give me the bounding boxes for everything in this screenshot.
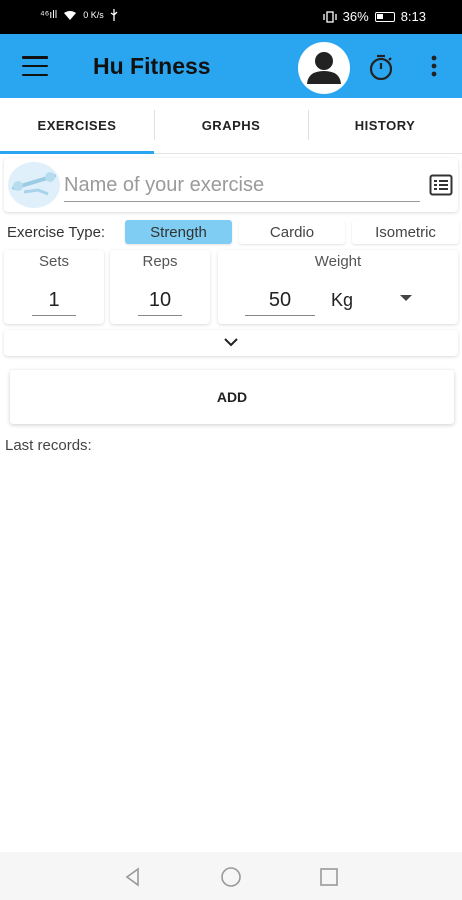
battery-percent: 36% (342, 9, 369, 24)
exercise-name-input[interactable] (64, 170, 420, 202)
account-icon[interactable] (298, 42, 350, 94)
exercise-list-icon[interactable] (429, 174, 453, 196)
vibrate-icon (323, 10, 337, 23)
recents-icon[interactable] (318, 866, 340, 888)
reps-label: Reps (142, 253, 178, 270)
sets-card: Sets (4, 250, 104, 324)
weight-unit-select[interactable]: Kg (331, 290, 353, 311)
type-strength-button[interactable]: Strength (125, 220, 232, 244)
clock: 8:13 (400, 9, 426, 24)
navigation-bar (0, 852, 462, 900)
net-speed: 0 K/s (83, 10, 104, 20)
status-bar: ⁴⁶ıll 0 K/s 36% 8:13 (0, 0, 462, 34)
weight-card: Weight Kg (218, 250, 458, 324)
type-cardio-button[interactable]: Cardio (239, 220, 345, 244)
wifi-icon (64, 10, 77, 20)
more-vert-icon[interactable] (424, 53, 444, 79)
status-right: 36% 8:13 (323, 9, 426, 24)
exercise-type-label: Exercise Type: (7, 224, 106, 241)
add-button[interactable]: ADD (10, 370, 454, 424)
exercise-name-card (4, 158, 458, 212)
app-bar: Hu Fitness (0, 34, 462, 98)
chevron-down-icon (224, 338, 238, 347)
weight-input[interactable] (245, 286, 315, 316)
sets-label: Sets (38, 253, 69, 270)
timer-icon[interactable] (366, 52, 396, 82)
reps-input[interactable] (138, 286, 182, 316)
reps-card: Reps (110, 250, 210, 324)
expand-options-button[interactable] (4, 330, 458, 356)
sets-input[interactable] (32, 286, 76, 316)
signal-icon: ⁴⁶ıll (40, 9, 58, 21)
unit-dropdown-icon[interactable] (400, 295, 412, 301)
exercise-image[interactable] (8, 162, 60, 208)
tab-graphs[interactable]: GRAPHS (154, 98, 308, 153)
back-icon[interactable] (122, 866, 144, 888)
exercise-type-row: Exercise Type: Strength Cardio Isometric (0, 218, 462, 246)
app-title: Hu Fitness (93, 53, 211, 79)
tab-bar: EXERCISES GRAPHS HISTORY (0, 98, 462, 154)
home-icon[interactable] (220, 866, 242, 888)
last-records-label: Last records: (5, 437, 92, 454)
tab-history[interactable]: HISTORY (308, 98, 462, 153)
usb-icon (110, 9, 118, 21)
weight-label: Weight (314, 253, 362, 270)
menu-icon[interactable] (22, 56, 48, 76)
tab-exercises[interactable]: EXERCISES (0, 98, 154, 154)
status-left: ⁴⁶ıll 0 K/s (40, 9, 118, 21)
battery-icon (374, 11, 395, 22)
type-isometric-button[interactable]: Isometric (352, 220, 459, 244)
